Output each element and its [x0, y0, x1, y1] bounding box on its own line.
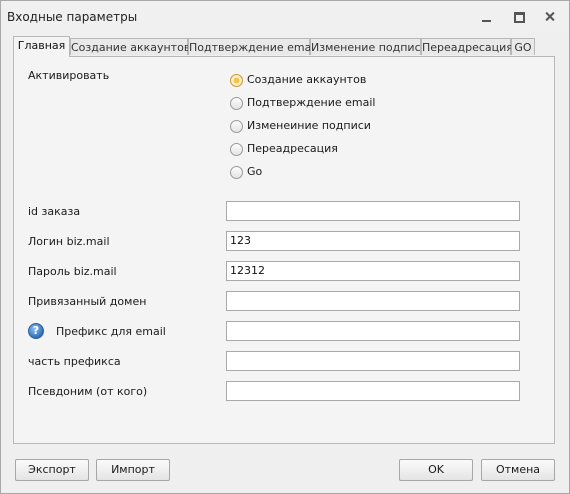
- linked-domain-label: Привязанный домен: [28, 295, 147, 308]
- title-bar[interactable]: Входные параметры: [1, 1, 569, 33]
- tab-email-confirmation[interactable]: Подтверждение email: [188, 38, 317, 55]
- export-button[interactable]: Экспорт: [15, 459, 89, 481]
- login-label: Логин biz.mail: [28, 235, 110, 248]
- tab-account-creation[interactable]: Создание аккаунтов: [70, 38, 190, 55]
- linked-domain-input[interactable]: [226, 291, 520, 311]
- minimize-icon[interactable]: [479, 10, 495, 24]
- close-icon[interactable]: [542, 10, 558, 24]
- activate-label: Активировать: [28, 69, 110, 82]
- window-title: Входные параметры: [7, 10, 138, 24]
- prefix-part-input[interactable]: [226, 351, 520, 371]
- radio-label: Go: [247, 165, 263, 178]
- radio-label: Подтверждение email: [247, 96, 376, 109]
- email-prefix-input[interactable]: [226, 321, 520, 341]
- password-label: Пароль biz.mail: [28, 265, 117, 278]
- radio-unselected-icon[interactable]: [230, 166, 243, 179]
- tab-signature-change[interactable]: Изменение подписи: [310, 38, 428, 55]
- radio-label: Создание аккаунтов: [247, 73, 367, 86]
- radio-unselected-icon[interactable]: [230, 97, 243, 110]
- dialog-window: Входные параметры Главная Создание аккау…: [0, 0, 570, 494]
- order-id-input[interactable]: [226, 201, 520, 221]
- password-input[interactable]: 12312: [226, 261, 520, 281]
- tab-go[interactable]: GO: [511, 38, 535, 55]
- tab-main[interactable]: Главная: [13, 36, 70, 57]
- order-id-label: id заказа: [28, 205, 81, 218]
- alias-label: Псевдоним (от кого): [28, 385, 148, 398]
- radio-selected-icon[interactable]: [230, 74, 243, 87]
- import-button[interactable]: Импорт: [96, 459, 170, 481]
- maximize-icon[interactable]: [511, 10, 527, 24]
- help-icon[interactable]: ?: [28, 323, 44, 339]
- tab-forwarding[interactable]: Переадресация: [421, 38, 513, 55]
- login-input[interactable]: 123: [226, 231, 520, 251]
- cancel-button[interactable]: Отмена: [481, 459, 555, 481]
- radio-label: Изменеиние подписи: [247, 119, 371, 132]
- prefix-part-label: часть префикса: [28, 355, 121, 368]
- ok-button[interactable]: OK: [399, 459, 473, 481]
- alias-input[interactable]: [226, 381, 520, 401]
- radio-label: Переадресация: [247, 142, 338, 155]
- radio-unselected-icon[interactable]: [230, 143, 243, 156]
- email-prefix-label: Префикс для email: [56, 325, 166, 338]
- radio-unselected-icon[interactable]: [230, 120, 243, 133]
